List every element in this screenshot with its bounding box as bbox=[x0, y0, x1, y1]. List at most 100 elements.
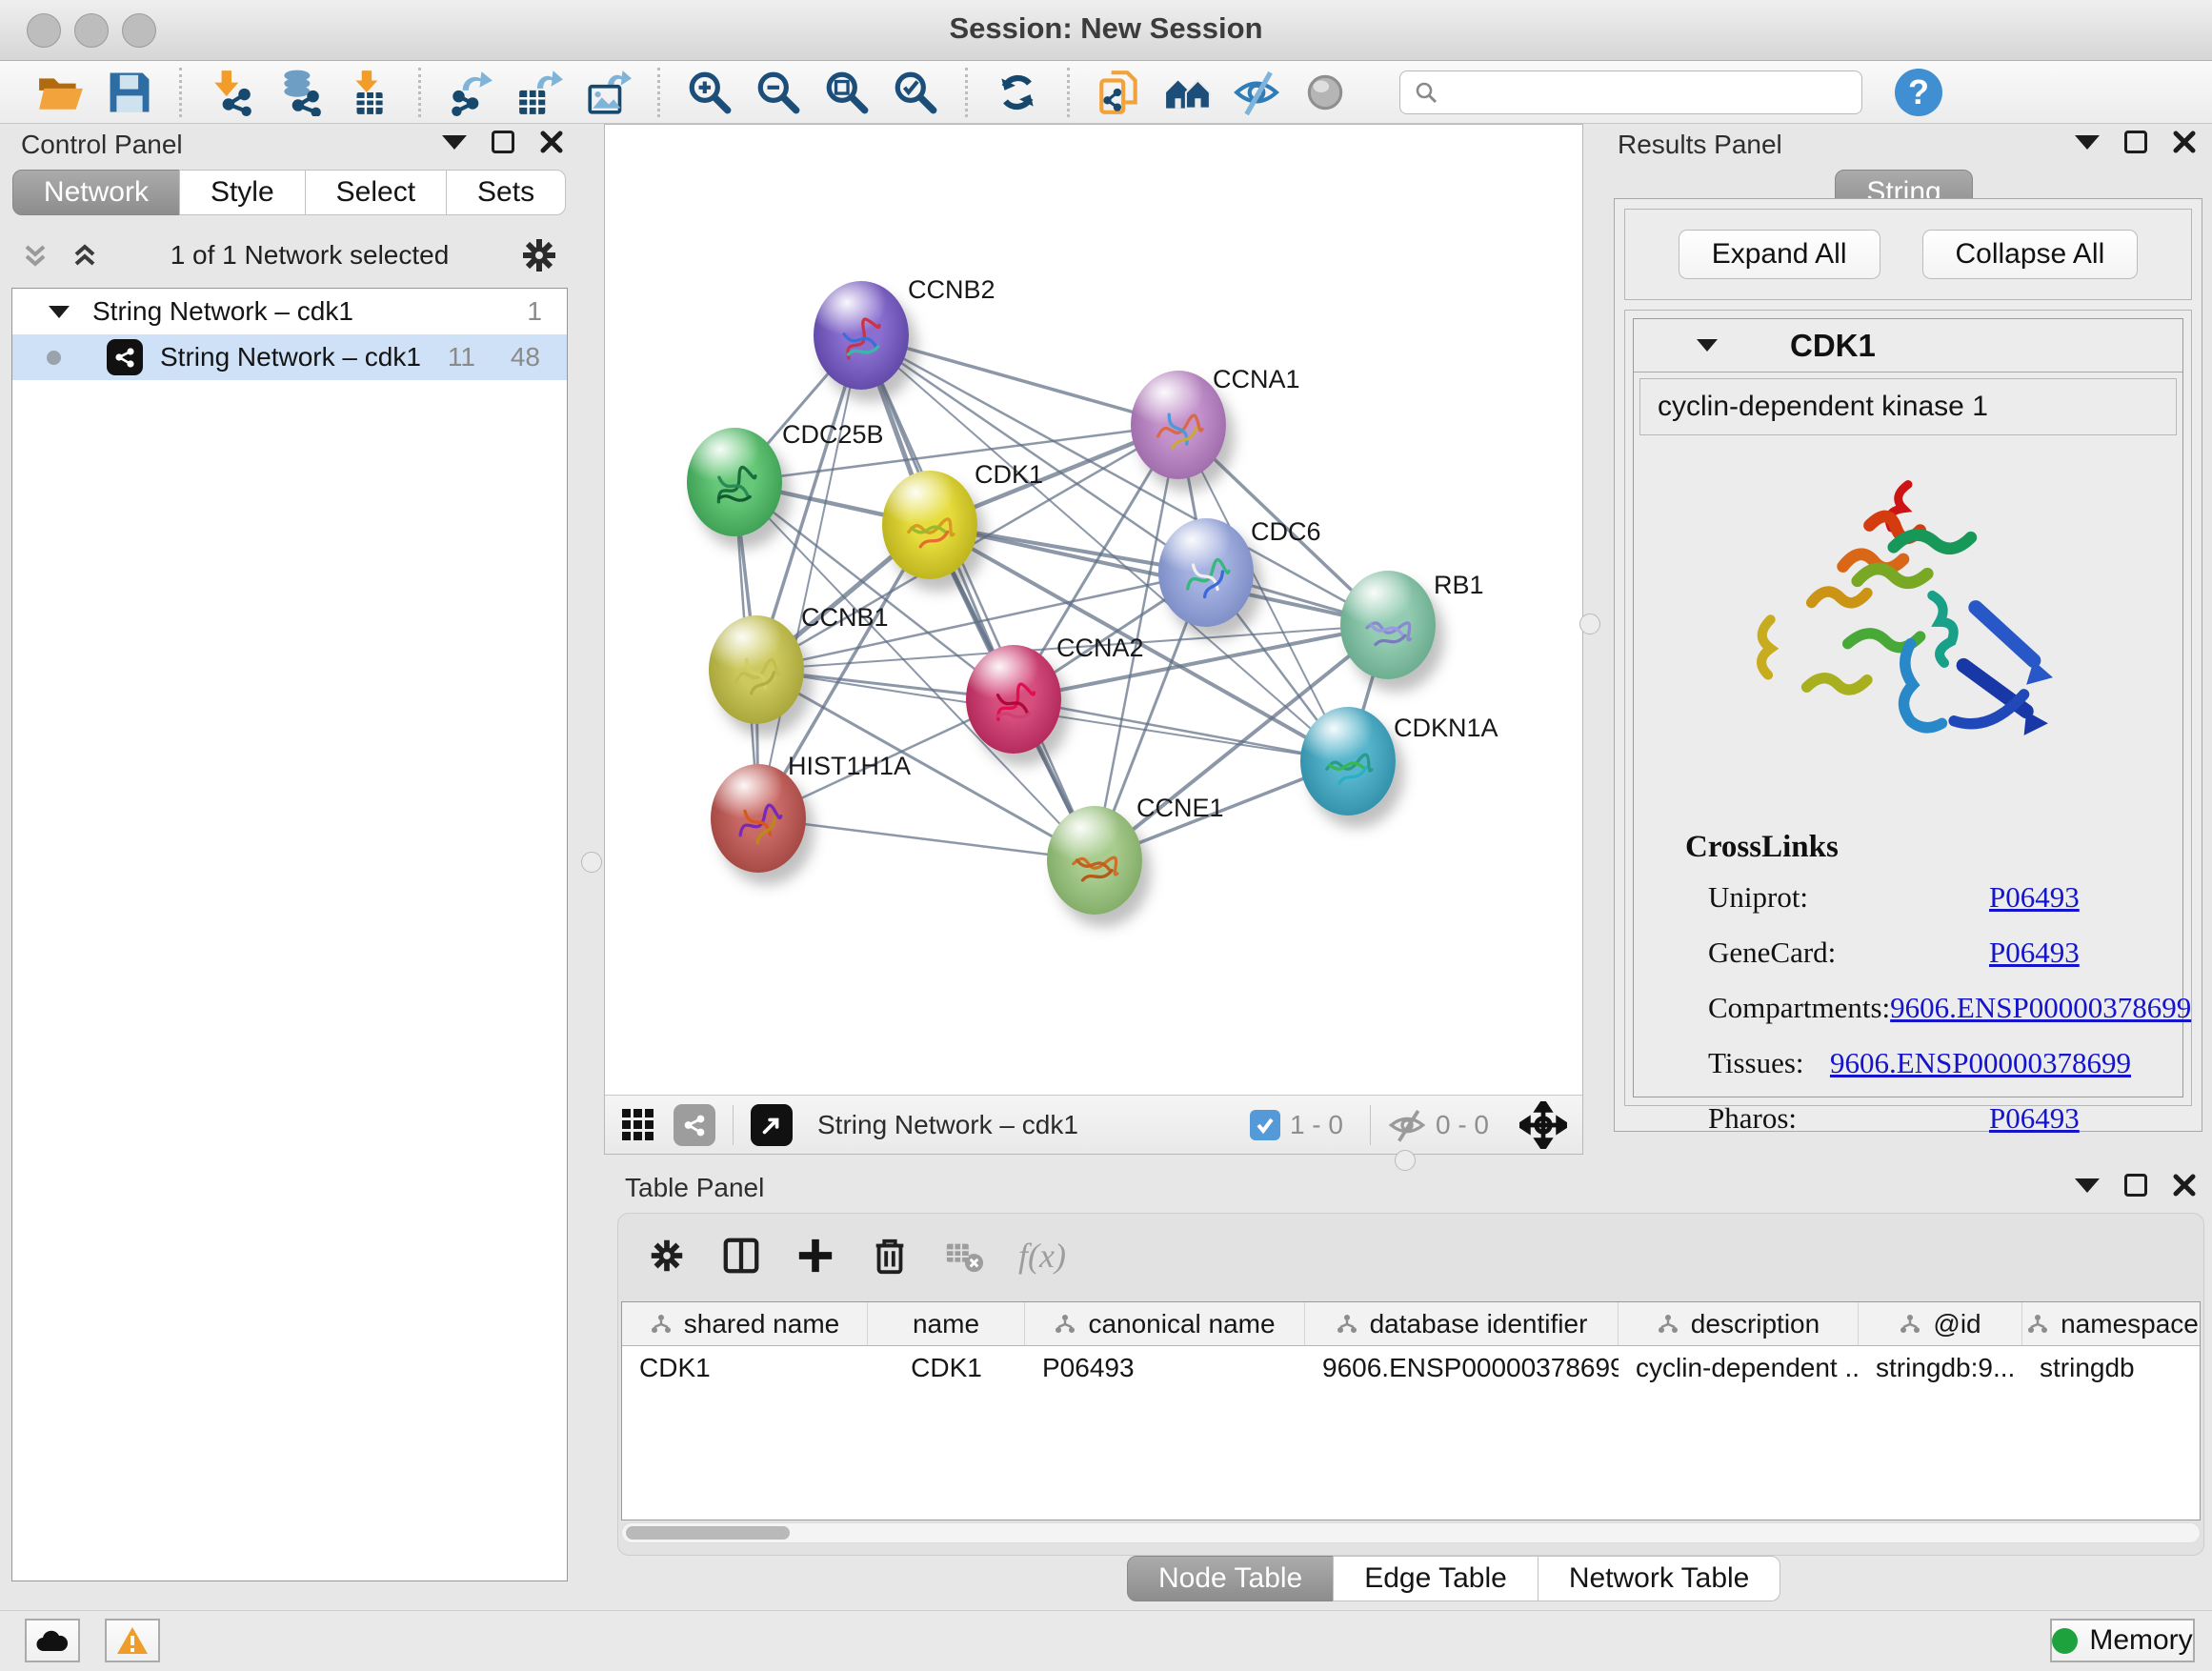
panel-menu-icon[interactable] bbox=[442, 135, 467, 150]
table-cell[interactable]: stringdb bbox=[2022, 1346, 2201, 1390]
clone-network-icon[interactable] bbox=[1093, 66, 1146, 119]
tab-edge-table[interactable]: Edge Table bbox=[1333, 1556, 1538, 1601]
select-columns-icon[interactable] bbox=[721, 1236, 761, 1276]
table-type-tabs: Node TableEdge TableNetwork Table bbox=[1128, 1556, 1780, 1601]
import-table-file-icon[interactable] bbox=[342, 66, 395, 119]
table-cell[interactable]: CDK1 bbox=[868, 1346, 1025, 1390]
network-node-cdc6[interactable] bbox=[1158, 518, 1254, 627]
zoom-fit-icon[interactable] bbox=[820, 66, 874, 119]
column-header-id[interactable]: @id bbox=[1859, 1302, 2022, 1346]
table-cell[interactable]: cyclin-dependent ... bbox=[1619, 1346, 1859, 1390]
help-button[interactable]: ? bbox=[1895, 69, 1942, 116]
network-canvas[interactable]: CCNB2CCNA1CDC25BCDK1CDC6RB1CCNB1CCNA2CDK… bbox=[605, 125, 1582, 1095]
crosslink-link[interactable]: P06493 bbox=[1989, 936, 2080, 970]
tab-sets[interactable]: Sets bbox=[446, 170, 566, 215]
tab-style[interactable]: Style bbox=[179, 170, 306, 215]
gene-card-header[interactable]: CDK1 bbox=[1634, 319, 2182, 372]
selected-items-checkbox[interactable] bbox=[1250, 1110, 1280, 1140]
tab-network[interactable]: Network bbox=[12, 170, 180, 215]
tree-expand-icon[interactable] bbox=[49, 306, 70, 318]
table-gear-icon[interactable] bbox=[647, 1236, 687, 1276]
crosslink-link[interactable]: P06493 bbox=[1989, 1101, 2080, 1136]
expand-all-tree-icon[interactable] bbox=[69, 239, 101, 272]
export-image-icon[interactable] bbox=[581, 66, 634, 119]
collapse-all-button[interactable]: Collapse All bbox=[1922, 230, 2139, 279]
network-thumbnail-icon[interactable] bbox=[674, 1104, 715, 1146]
left-splitter-handle[interactable] bbox=[581, 852, 602, 873]
collapse-card-icon[interactable] bbox=[1697, 339, 1718, 352]
cloud-status-button[interactable] bbox=[25, 1619, 80, 1662]
hide-eye-icon[interactable] bbox=[1230, 66, 1283, 119]
expand-all-button[interactable]: Expand All bbox=[1679, 230, 1880, 279]
column-header-namespace[interactable]: namespace bbox=[2022, 1302, 2201, 1346]
table-horizontal-scrollbar[interactable] bbox=[621, 1522, 2201, 1543]
column-header-name[interactable]: name bbox=[868, 1302, 1025, 1346]
network-node-cdkn1a[interactable] bbox=[1300, 707, 1396, 815]
panel-menu-icon[interactable] bbox=[2075, 1178, 2100, 1193]
network-row[interactable]: String Network – cdk1 11 48 bbox=[12, 334, 567, 380]
crosslink-link[interactable]: 9606.ENSP00000378699 bbox=[1830, 1046, 2131, 1080]
network-collection-row[interactable]: String Network – cdk1 1 bbox=[12, 289, 567, 334]
hidden-items-icon[interactable] bbox=[1388, 1106, 1426, 1144]
crosslink-link[interactable]: P06493 bbox=[1989, 880, 2080, 915]
column-header-shared-name[interactable]: shared name bbox=[622, 1302, 868, 1346]
panel-close-icon[interactable] bbox=[539, 130, 564, 154]
column-label: @id bbox=[1933, 1309, 1981, 1339]
panel-float-icon[interactable] bbox=[492, 131, 514, 153]
tab-node-table[interactable]: Node Table bbox=[1127, 1556, 1334, 1601]
network-node-cdk1[interactable] bbox=[882, 471, 977, 579]
protein-thumbnail bbox=[1176, 549, 1236, 608]
grid-view-icon[interactable] bbox=[620, 1107, 656, 1143]
network-node-ccna2[interactable] bbox=[966, 645, 1061, 754]
table-cell[interactable]: CDK1 bbox=[622, 1346, 868, 1390]
search-input[interactable] bbox=[1448, 77, 1848, 108]
panel-float-icon[interactable] bbox=[2124, 131, 2147, 153]
network-node-ccne1[interactable] bbox=[1047, 806, 1142, 915]
network-node-ccnb1[interactable] bbox=[709, 615, 804, 724]
crosslink-link[interactable]: 9606.ENSP00000378699 bbox=[1890, 991, 2191, 1025]
fit-selected-crosshair-icon[interactable] bbox=[1519, 1101, 1567, 1149]
table-cell[interactable]: stringdb:9... bbox=[1859, 1346, 2022, 1390]
memory-button[interactable]: Memory bbox=[2050, 1619, 2195, 1662]
panel-close-icon[interactable] bbox=[2172, 1173, 2197, 1198]
network-node-cdc25b[interactable] bbox=[687, 428, 782, 536]
search-field[interactable] bbox=[1399, 70, 1862, 114]
save-session-icon[interactable] bbox=[103, 66, 156, 119]
network-node-ccnb2[interactable] bbox=[814, 281, 909, 390]
right-splitter-handle[interactable] bbox=[1579, 614, 1600, 634]
delete-column-icon[interactable] bbox=[870, 1236, 910, 1276]
column-header-canonical-name[interactable]: canonical name bbox=[1025, 1302, 1305, 1346]
panel-float-icon[interactable] bbox=[2124, 1174, 2147, 1197]
zoom-selected-icon[interactable] bbox=[889, 66, 942, 119]
gear-icon[interactable] bbox=[518, 234, 560, 276]
bottom-splitter-handle[interactable] bbox=[1395, 1150, 1416, 1171]
refresh-icon[interactable] bbox=[991, 66, 1044, 119]
network-node-ccna1[interactable] bbox=[1131, 371, 1226, 479]
detach-view-icon[interactable] bbox=[751, 1104, 793, 1146]
crosslink-label: Compartments: bbox=[1708, 991, 1890, 1025]
scrollbar-thumb[interactable] bbox=[626, 1526, 790, 1540]
panel-close-icon[interactable] bbox=[2172, 130, 2197, 154]
table-cell[interactable]: P06493 bbox=[1025, 1346, 1305, 1390]
collapse-all-tree-icon[interactable] bbox=[19, 239, 51, 272]
memory-label: Memory bbox=[2089, 1624, 2192, 1657]
tab-select[interactable]: Select bbox=[305, 170, 447, 215]
export-network-icon[interactable] bbox=[444, 66, 497, 119]
warnings-button[interactable] bbox=[105, 1619, 160, 1662]
show-eye-icon[interactable] bbox=[1298, 66, 1352, 119]
add-column-icon[interactable] bbox=[795, 1236, 835, 1276]
tab-network-table[interactable]: Network Table bbox=[1538, 1556, 1781, 1601]
table-cell[interactable]: 9606.ENSP00000378699 bbox=[1305, 1346, 1619, 1390]
panel-menu-icon[interactable] bbox=[2075, 135, 2100, 150]
open-session-icon[interactable] bbox=[34, 66, 88, 119]
column-header-database-identifier[interactable]: database identifier bbox=[1305, 1302, 1619, 1346]
houses-icon[interactable] bbox=[1161, 66, 1215, 119]
zoom-in-icon[interactable] bbox=[683, 66, 736, 119]
import-network-database-icon[interactable] bbox=[273, 66, 327, 119]
zoom-out-icon[interactable] bbox=[752, 66, 805, 119]
export-table-icon[interactable] bbox=[513, 66, 566, 119]
column-header-description[interactable]: description bbox=[1619, 1302, 1859, 1346]
network-node-rb1[interactable] bbox=[1340, 571, 1436, 679]
network-collection-label: String Network – cdk1 bbox=[92, 296, 353, 327]
import-network-file-icon[interactable] bbox=[205, 66, 258, 119]
